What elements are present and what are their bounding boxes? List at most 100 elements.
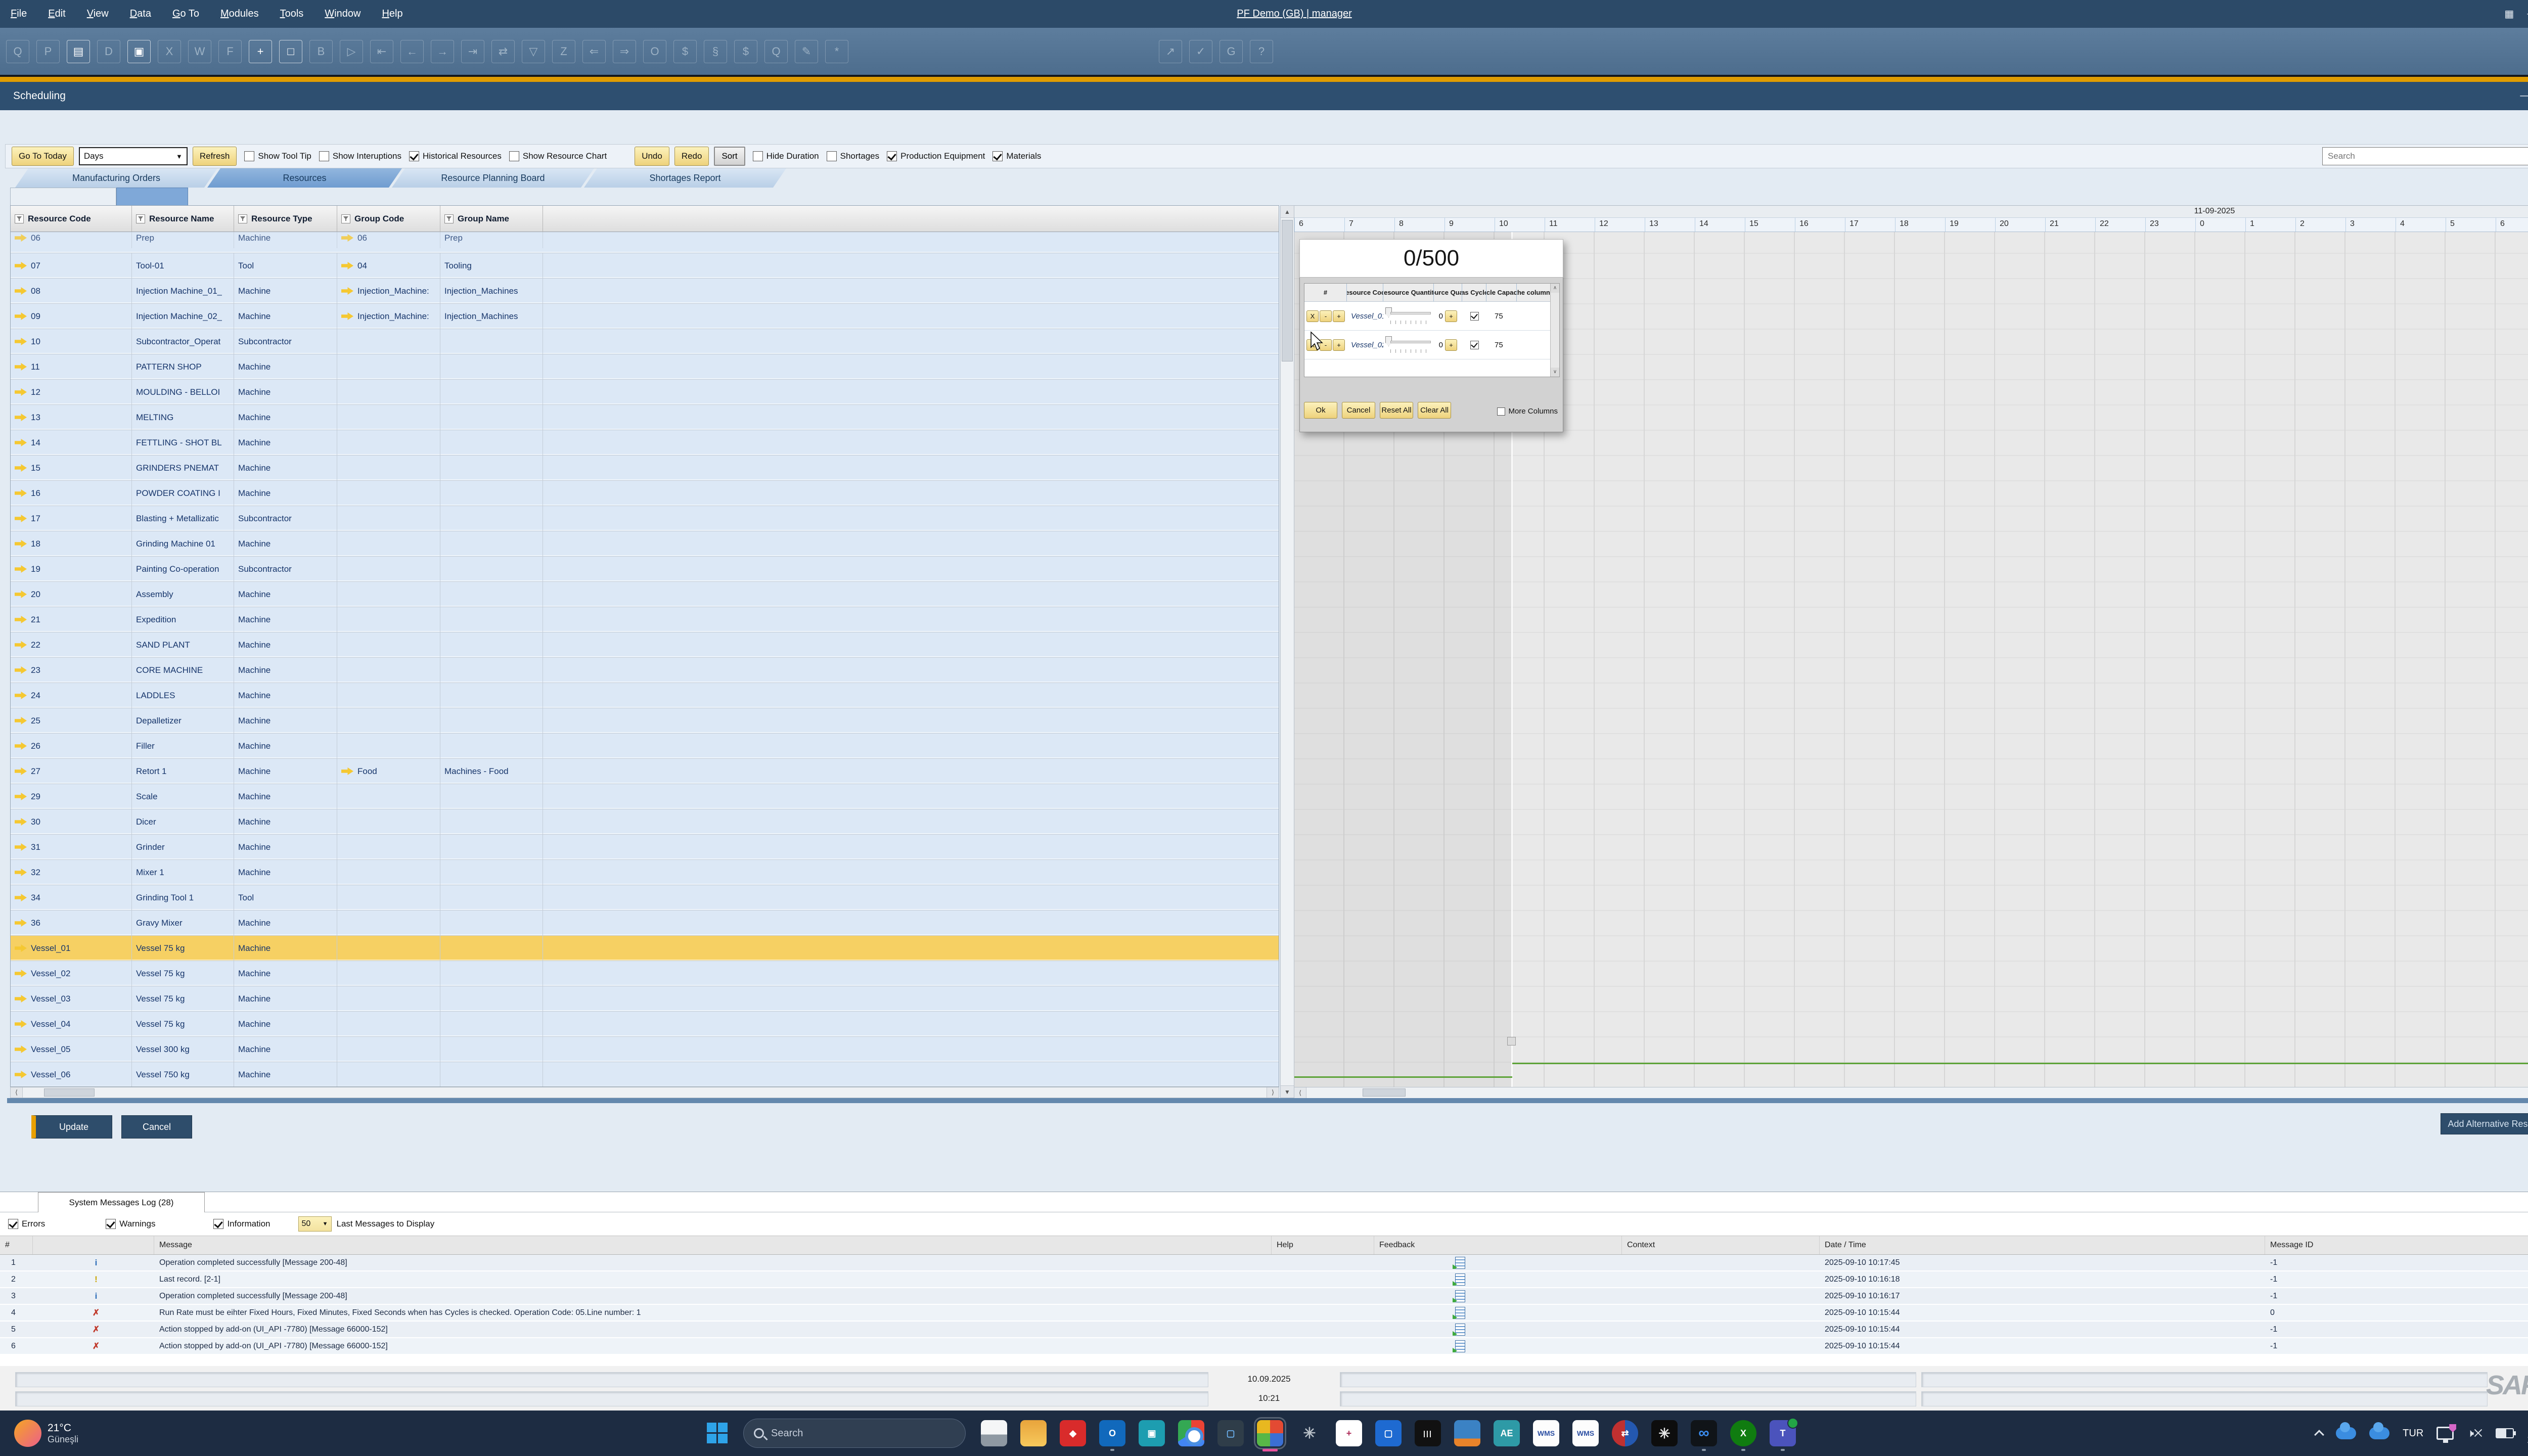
resource-row[interactable]: 11 PATTERN SHOP Machine	[11, 354, 1279, 380]
onedrive-icon-2[interactable]	[2369, 1427, 2389, 1439]
resource-row[interactable]: 10 Subcontractor_Operat Subcontractor	[11, 329, 1279, 354]
checkbox[interactable]	[992, 151, 1003, 161]
has-cycles-checkbox[interactable]	[1470, 312, 1479, 321]
remarks-icon[interactable]: D	[97, 40, 120, 63]
go-to-today-button[interactable]: Go To Today	[12, 147, 74, 166]
column-header-resource-name[interactable]: Resource Name	[132, 206, 234, 232]
remove-resource-button[interactable]: X	[1306, 310, 1319, 322]
filter-icon[interactable]: ▽	[522, 40, 545, 63]
link-arrow-icon[interactable]	[15, 1020, 27, 1028]
window-minimize-icon[interactable]: —	[2520, 90, 2528, 103]
authorize-icon[interactable]: ✓	[1189, 40, 1212, 63]
next-record-icon[interactable]: →	[431, 40, 454, 63]
column-header-group-name[interactable]: Group Name	[440, 206, 543, 232]
add-record-icon[interactable]: ▷	[340, 40, 363, 63]
security-monitor-icon[interactable]	[2436, 1427, 2454, 1440]
link-arrow-icon[interactable]	[15, 767, 27, 775]
link-arrow-icon[interactable]	[15, 616, 27, 623]
wms-icon[interactable]: WMS	[1533, 1420, 1559, 1446]
file-explorer-icon[interactable]	[981, 1420, 1007, 1446]
link-arrow-icon[interactable]	[15, 742, 27, 750]
battery-icon[interactable]	[2496, 1428, 2514, 1438]
weather-widget[interactable]: 21°C Güneşli	[14, 1420, 78, 1447]
resource-row[interactable]: 26 Filler Machine	[11, 734, 1279, 759]
remote-desktop-icon[interactable]: ◆	[1060, 1420, 1086, 1446]
refresh-button[interactable]: Refresh	[193, 147, 237, 166]
lock-screen-icon[interactable]: □	[279, 40, 302, 63]
menu-item[interactable]: Modules	[210, 8, 269, 20]
gantt-horizontal-scrollbar[interactable]: ⟨ ⟩	[1294, 1087, 2528, 1098]
interval-dropdown[interactable]: Days ▼	[79, 147, 188, 165]
link-arrow-icon[interactable]	[15, 590, 27, 598]
resource-row[interactable]: 19 Painting Co-operation Subcontractor	[11, 557, 1279, 582]
console-window-icon[interactable]: ▢	[1217, 1420, 1244, 1446]
link-arrow-icon[interactable]	[15, 666, 27, 674]
resource-row[interactable]: 25 Depalletizer Machine	[11, 708, 1279, 734]
filter-icon[interactable]	[136, 214, 145, 223]
increase-button[interactable]: +	[1333, 339, 1345, 351]
payment-icon[interactable]: $	[673, 40, 697, 63]
settings-document-icon[interactable]: *	[825, 40, 848, 63]
menu-item[interactable]: Window	[314, 8, 371, 20]
gear-app-icon[interactable]: ✳	[1651, 1420, 1678, 1446]
time-line-handle[interactable]	[1507, 1037, 1516, 1045]
sub-tab-2[interactable]	[116, 188, 188, 206]
resource-row[interactable]: 06 Prep Machine 06 Prep	[11, 232, 1279, 253]
resource-row[interactable]: 09 Injection Machine_02_ Machine Injecti…	[11, 304, 1279, 329]
checkbox[interactable]	[827, 151, 837, 161]
checkbox[interactable]	[509, 151, 519, 161]
link-arrow-icon[interactable]	[15, 363, 27, 371]
sub-tab-1[interactable]	[10, 188, 116, 206]
undo-button[interactable]: Undo	[635, 147, 669, 166]
link-arrow-icon[interactable]	[15, 338, 27, 345]
balance-icon[interactable]: §	[704, 40, 727, 63]
message-row[interactable]: 6 Action stopped by add-on (UI_API -7780…	[0, 1338, 2528, 1355]
scroll-down-icon[interactable]: ∨	[1551, 368, 1559, 377]
share-icon[interactable]: ↗	[1159, 40, 1182, 63]
export-word-icon[interactable]: W	[188, 40, 211, 63]
quantity-slider[interactable]	[1384, 304, 1433, 328]
print-icon[interactable]: P	[36, 40, 60, 63]
menu-item[interactable]: Data	[119, 8, 162, 20]
link-arrow-icon[interactable]	[15, 692, 27, 699]
resource-row[interactable]: 32 Mixer 1 Machine	[11, 860, 1279, 885]
refresh-record-icon[interactable]: ⇄	[491, 40, 515, 63]
resource-row[interactable]: 36 Gravy Mixer Machine	[11, 911, 1279, 936]
previous-record-icon[interactable]: ←	[400, 40, 424, 63]
archive-icon[interactable]: ▤	[67, 40, 90, 63]
filter-icon[interactable]	[15, 214, 24, 223]
link-arrow-icon[interactable]	[15, 1045, 27, 1053]
scroll-right-icon[interactable]: ⟩	[1267, 1087, 1279, 1098]
sap-business-one-icon[interactable]	[1257, 1420, 1283, 1446]
messages-log-tab[interactable]: System Messages Log (28)	[38, 1192, 205, 1212]
scroll-up-icon[interactable]: ∧	[1551, 284, 1559, 293]
search-input[interactable]	[2322, 147, 2528, 165]
link-arrow-icon[interactable]	[15, 439, 27, 446]
menu-item[interactable]: Go To	[162, 8, 210, 20]
start-button[interactable]	[707, 1423, 728, 1444]
cancel-button[interactable]: Cancel	[121, 1115, 192, 1139]
resource-row[interactable]: 17 Blasting + Metallizatic Subcontractor	[11, 506, 1279, 531]
information-checkbox[interactable]	[213, 1219, 223, 1229]
sync-app-icon[interactable]: ⇄	[1612, 1420, 1638, 1446]
resource-row[interactable]: 16 POWDER COATING I Machine	[11, 481, 1279, 506]
layout-icon[interactable]: ▦	[2504, 8, 2514, 20]
link-arrow-icon[interactable]	[15, 894, 27, 901]
redo-button[interactable]: Redo	[674, 147, 709, 166]
web-client-icon[interactable]: G	[1220, 40, 1243, 63]
feedback-icon[interactable]	[1455, 1324, 1465, 1336]
feedback-icon[interactable]	[1455, 1257, 1465, 1269]
wms-icon-2[interactable]: WMS	[1572, 1420, 1599, 1446]
link-arrow-icon[interactable]	[15, 843, 27, 851]
export-pdf-icon[interactable]: F	[218, 40, 242, 63]
menu-item[interactable]: File	[0, 8, 37, 20]
taskbar-search[interactable]: Search	[743, 1419, 966, 1448]
checkbox[interactable]	[409, 151, 419, 161]
clear-all-button[interactable]: Clear All	[1418, 402, 1451, 419]
reset-all-button[interactable]: Reset All	[1380, 402, 1413, 419]
settings-gears-icon[interactable]: ✳	[1296, 1420, 1323, 1446]
back-document-icon[interactable]: ⇐	[582, 40, 606, 63]
resource-row[interactable]: 27 Retort 1 Machine Food Machines - Food	[11, 759, 1279, 784]
link-arrow-icon[interactable]	[15, 717, 27, 724]
table-vertical-scrollbar[interactable]: ▲ ▼	[1280, 205, 1294, 1098]
